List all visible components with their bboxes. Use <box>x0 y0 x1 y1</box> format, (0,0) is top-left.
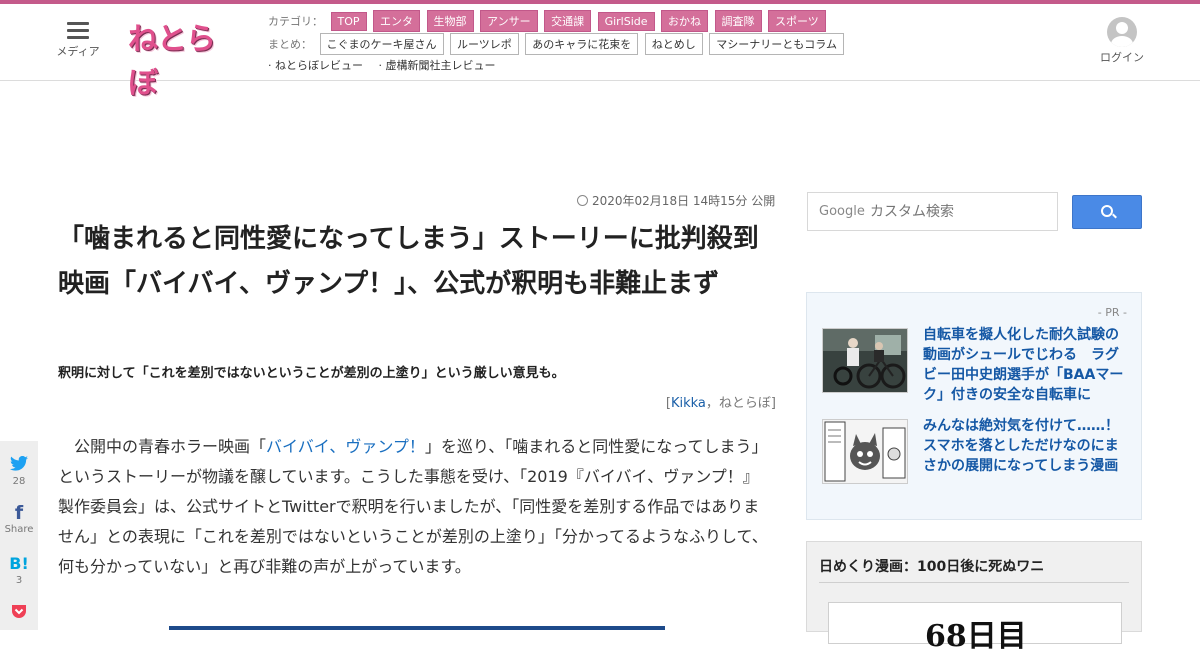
matome-hanataba[interactable]: あのキャラに花束を <box>525 33 639 55</box>
daily-manga-card[interactable]: 68日目 <box>828 602 1122 654</box>
category-girlside[interactable]: GirlSide <box>597 12 655 31</box>
category-label: カテゴリ： <box>268 15 323 28</box>
byline-site: ねとらぼ <box>718 396 771 411</box>
byline-sep: ， <box>705 396 719 411</box>
byline-close: ] <box>770 396 776 411</box>
matome-cake[interactable]: こぐまのケーキ屋さん <box>319 33 444 55</box>
category-top[interactable]: TOP <box>330 12 367 31</box>
category-kotsuka[interactable]: 交通課 <box>544 10 592 32</box>
body-text-post: 」を巡り、「噛まれると同性愛になってしまう」というストーリーが物議を醸しています… <box>58 437 768 576</box>
share-sidebar: 28 f Share B! 3 <box>0 441 38 630</box>
category-nav: カテゴリ： TOP エンタ 生物部 アンサー 交通課 GirlSide おかね … <box>268 10 829 32</box>
clock-icon <box>577 195 588 206</box>
daily-manga-title: 日めくり漫画：100日後に死ぬワニ <box>819 559 1045 575</box>
hatena-bookmark-count: 3 <box>15 575 23 586</box>
matome-machinery[interactable]: マシーナリーともコラム <box>709 33 844 55</box>
matome-nav: まとめ： こぐまのケーキ屋さん ルーツレポ あのキャラに花束を ねとめし マシー… <box>268 33 847 55</box>
twitter-share-button[interactable]: 28 <box>0 455 38 487</box>
category-chosatai[interactable]: 調査隊 <box>714 10 762 32</box>
login-button[interactable]: ログイン <box>1098 17 1146 65</box>
facebook-share-button[interactable]: f Share <box>0 503 38 535</box>
custom-search-box: Google <box>807 192 1058 231</box>
category-seibutsubu[interactable]: 生物部 <box>426 10 474 32</box>
google-search-brand: Google <box>819 204 865 219</box>
category-sports[interactable]: スポーツ <box>768 10 826 32</box>
site-header: メディア ねとらぼ カテゴリ： TOP エンタ 生物部 アンサー 交通課 Gir… <box>0 4 1200 101</box>
publish-date: 2020年02月18日 14時15分 公開 <box>577 192 775 209</box>
pocket-icon <box>12 605 26 618</box>
daily-manga-divider <box>819 582 1129 583</box>
menu-label: メディア <box>56 45 100 58</box>
pr-label: - PR - <box>1097 306 1127 319</box>
bicycle-photo <box>823 329 907 392</box>
article-lead: 釈明に対して「これを差別ではないということが差別の上塗り」という厳しい意見も。 <box>58 366 565 381</box>
matome-netomeshi[interactable]: ねとめし <box>644 33 703 55</box>
pr-item-smartphone-text: みんなは絶対気を付けて……！ スマホを落としただけなのにまさかの展開になってしま… <box>923 418 1133 474</box>
pr-item-bicycle-text: 自転車を擬人化した耐久試験の動画がシュールでじわる ラグビー田中史朗選手が「BA… <box>923 327 1124 403</box>
body-text-pre: 公開中の青春ホラー映画「 <box>74 437 267 456</box>
review-link-kyoko[interactable]: · 虚構新聞社主レビュー <box>379 59 496 72</box>
pr-thumbnail-bicycle <box>822 328 908 393</box>
site-logo[interactable]: ねとらぼ <box>128 18 240 101</box>
pr-box: - PR - 自転車を擬人化した耐久試験の動画がシュールでじわる ラグビー田中史… <box>806 292 1142 520</box>
daily-manga-day: 68日目 <box>925 619 1027 654</box>
article-title: 「噛まれると同性愛になってしまう」ストーリーに批判殺到 映画「バイバイ、ヴァンプ… <box>58 224 785 299</box>
search-input[interactable] <box>868 199 1052 225</box>
movie-title-link[interactable]: バイバイ、ヴァンプ！ <box>266 437 425 456</box>
category-enta[interactable]: エンタ <box>373 10 421 32</box>
twitter-share-count: 28 <box>12 476 26 487</box>
search-button[interactable] <box>1072 195 1142 229</box>
pocket-button[interactable] <box>0 604 38 623</box>
twitter-icon <box>10 455 28 471</box>
matome-roots[interactable]: ルーツレポ <box>450 33 519 55</box>
article-body: 公開中の青春ホラー映画「バイバイ、ヴァンプ！」を巡り、「噛まれると同性愛になって… <box>58 432 768 582</box>
manga-panel-image <box>823 420 907 483</box>
category-okane[interactable]: おかね <box>661 10 709 32</box>
facebook-share-label: Share <box>4 524 34 535</box>
user-avatar-icon <box>1107 17 1137 47</box>
matome-label: まとめ： <box>268 38 312 51</box>
hatena-bookmark-button[interactable]: B! 3 <box>0 554 38 586</box>
hamburger-icon <box>67 22 89 39</box>
hatena-bookmark-icon: B! <box>9 554 29 573</box>
daily-manga-widget: 日めくり漫画：100日後に死ぬワニ 68日目 <box>806 541 1142 654</box>
facebook-icon: f <box>14 502 24 524</box>
search-icon <box>1101 205 1113 217</box>
login-label: ログイン <box>1100 51 1144 64</box>
review-links: · ねとらぼレビュー · 虚構新聞社主レビュー <box>268 57 508 73</box>
article-image-top-edge <box>169 626 665 630</box>
review-link-netorabo[interactable]: · ねとらぼレビュー <box>268 59 363 72</box>
author-link[interactable]: Kikka <box>671 396 706 411</box>
category-answer[interactable]: アンサー <box>480 10 538 32</box>
article-byline: [Kikka，ねとらぼ] <box>600 392 776 411</box>
media-menu-button[interactable]: メディア <box>56 22 100 59</box>
publish-date-text: 2020年02月18日 14時15分 公開 <box>592 194 776 208</box>
pr-thumbnail-manga <box>822 419 908 484</box>
